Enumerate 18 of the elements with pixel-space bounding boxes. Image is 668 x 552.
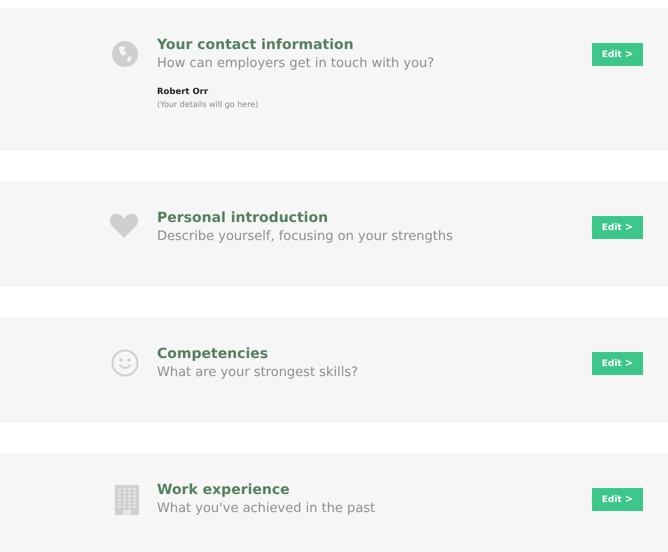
contact-name: Robert Orr: [157, 86, 210, 99]
section-title: Competencies: [157, 345, 270, 363]
edit-button[interactable]: Edit >: [592, 352, 643, 375]
globe-icon: [111, 40, 139, 68]
section-subtitle: What are your strongest skills?: [157, 364, 359, 382]
section-subtitle: What you've achieved in the past: [157, 500, 376, 518]
edit-button[interactable]: Edit >: [592, 488, 643, 511]
edit-button[interactable]: Edit >: [592, 43, 643, 66]
section-subtitle: Describe yourself, focusing on your strengths: [157, 228, 454, 246]
heart-icon: [109, 213, 139, 239]
section-title: Personal introduction: [157, 209, 330, 227]
section-subtitle: How can employers get in touch with you?: [157, 55, 436, 73]
smiley-icon: [111, 349, 139, 377]
contact-details: (Your details will go here): [157, 99, 260, 111]
section-title: Your contact information: [157, 36, 355, 54]
edit-button[interactable]: Edit >: [592, 216, 643, 239]
section-title: Work experience: [157, 481, 291, 499]
building-icon: [115, 485, 139, 515]
